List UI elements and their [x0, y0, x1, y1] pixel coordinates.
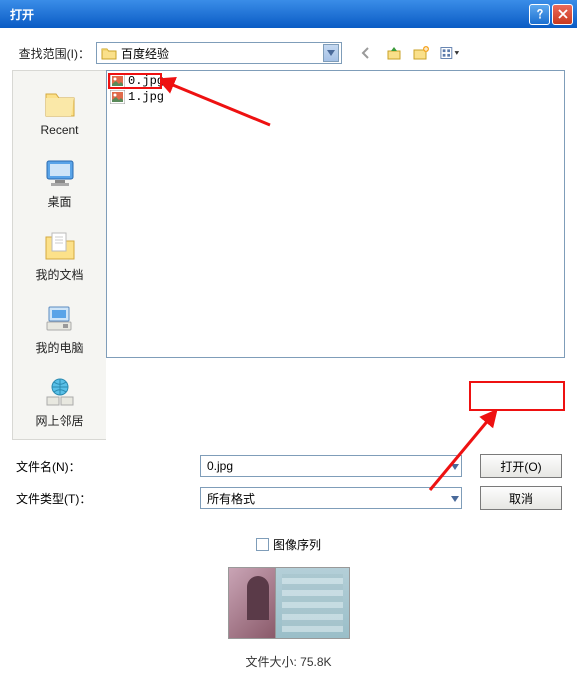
preview-area: 文件大小: 75.8K [12, 567, 565, 670]
image-file-icon [110, 90, 125, 104]
places-desktop[interactable]: 桌面 [13, 151, 106, 220]
image-file-icon [110, 74, 125, 88]
look-in-combo[interactable]: 百度经验 [96, 42, 342, 64]
file-item[interactable]: 0.jpg [110, 73, 564, 89]
network-icon [43, 377, 77, 407]
look-in-label: 查找范围(I)： [12, 45, 96, 62]
places-my-documents[interactable]: 我的文档 [13, 224, 106, 293]
new-folder-button[interactable] [412, 43, 432, 63]
back-button[interactable] [356, 43, 376, 63]
help-icon [534, 8, 546, 20]
filename-label: 文件名(N)： [12, 458, 106, 475]
file-size-label: 文件大小: 75.8K [245, 653, 331, 670]
filename-value: 0.jpg [207, 459, 451, 473]
desktop-icon [43, 158, 77, 188]
image-sequence-label: 图像序列 [273, 536, 321, 553]
folder-icon [101, 46, 117, 60]
cancel-button[interactable]: 取消 [480, 486, 562, 510]
back-arrow-icon [358, 45, 374, 61]
look-in-value: 百度经验 [121, 45, 323, 62]
chevron-down-icon [451, 491, 459, 505]
chevron-down-icon [451, 459, 459, 473]
view-menu-button[interactable] [440, 43, 460, 63]
filetype-combo[interactable]: 所有格式 [200, 487, 462, 509]
dialog-title: 打开 [4, 6, 527, 23]
close-icon [557, 8, 569, 20]
file-list[interactable]: 0.jpg 1.jpg [106, 70, 565, 358]
up-one-level-icon [386, 45, 402, 61]
view-menu-icon [440, 45, 460, 61]
places-my-computer[interactable]: 我的电脑 [13, 297, 106, 366]
chevron-down-icon [323, 44, 339, 62]
preview-thumbnail [228, 567, 350, 639]
help-button[interactable] [529, 4, 550, 25]
file-item[interactable]: 1.jpg [110, 89, 564, 105]
close-button[interactable] [552, 4, 573, 25]
computer-icon [43, 304, 77, 334]
new-folder-icon [413, 45, 431, 61]
titlebar: 打开 [0, 0, 577, 28]
open-file-dialog: 打开 查找范围(I)： 百度经验 [0, 0, 577, 634]
documents-icon [43, 231, 77, 261]
open-button[interactable]: 打开(O) [480, 454, 562, 478]
places-recent[interactable]: Recent [13, 81, 106, 147]
up-one-level-button[interactable] [384, 43, 404, 63]
places-network[interactable]: 网上邻居 [13, 370, 106, 439]
folder-icon [43, 88, 77, 118]
filetype-label: 文件类型(T)： [12, 490, 106, 507]
image-sequence-checkbox[interactable] [256, 538, 269, 551]
places-bar: Recent 桌面 我的文档 我的电脑 网上邻居 [12, 70, 106, 440]
filename-combo[interactable]: 0.jpg [200, 455, 462, 477]
filetype-value: 所有格式 [207, 490, 451, 507]
